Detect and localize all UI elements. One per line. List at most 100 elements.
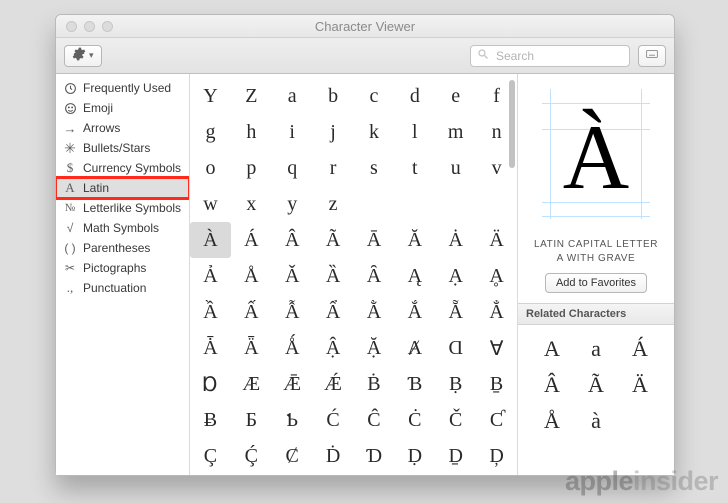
sidebar-item-emoji[interactable]: Emoji xyxy=(56,98,189,118)
character-cell[interactable]: Ⱥ xyxy=(394,330,435,366)
compact-mode-button[interactable] xyxy=(638,45,666,67)
minimize-window-button[interactable] xyxy=(84,21,95,32)
character-cell[interactable]: Ḋ xyxy=(313,438,354,474)
character-cell[interactable]: Ȁ xyxy=(313,258,354,294)
character-cell[interactable]: t xyxy=(394,150,435,186)
character-cell[interactable]: q xyxy=(272,150,313,186)
character-cell[interactable]: Ḑ xyxy=(476,438,517,474)
character-cell[interactable]: Z xyxy=(231,78,272,114)
related-character-cell[interactable]: Á xyxy=(618,331,662,367)
zoom-window-button[interactable] xyxy=(102,21,113,32)
character-cell[interactable]: g xyxy=(190,114,231,150)
character-cell[interactable]: Ƈ xyxy=(476,402,517,438)
character-cell[interactable]: Ɗ xyxy=(354,438,395,474)
character-cell[interactable]: Ḍ xyxy=(394,438,435,474)
character-cell[interactable]: Y xyxy=(190,78,231,114)
character-cell[interactable]: Ɓ xyxy=(394,366,435,402)
character-cell[interactable]: Ḃ xyxy=(354,366,395,402)
close-window-button[interactable] xyxy=(66,21,77,32)
character-cell[interactable]: z xyxy=(313,186,354,222)
related-character-cell[interactable]: a xyxy=(574,331,618,367)
character-cell[interactable]: Ĉ xyxy=(354,402,395,438)
search-field[interactable] xyxy=(470,45,630,67)
sidebar-item-latin[interactable]: ALatin xyxy=(56,178,189,198)
related-character-cell[interactable]: Ä xyxy=(618,367,662,403)
character-cell[interactable]: Ç xyxy=(190,438,231,474)
character-cell[interactable]: e xyxy=(435,78,476,114)
character-cell[interactable]: Ḏ xyxy=(435,438,476,474)
character-cell[interactable]: Á xyxy=(231,222,272,258)
character-cell[interactable]: Ḅ xyxy=(435,366,476,402)
related-character-cell[interactable]: Ã xyxy=(574,367,618,403)
character-cell[interactable]: Ậ xyxy=(313,330,354,366)
add-to-favorites-button[interactable]: Add to Favorites xyxy=(545,273,647,293)
action-menu-button[interactable]: ▾ xyxy=(64,45,102,67)
character-cell[interactable]: Ä xyxy=(476,222,517,258)
character-cell[interactable]: Č xyxy=(435,402,476,438)
character-cell[interactable]: k xyxy=(354,114,395,150)
character-cell[interactable]: Ȼ xyxy=(272,438,313,474)
related-character-cell[interactable]: A xyxy=(530,331,574,367)
character-cell[interactable]: Ȧ xyxy=(435,222,476,258)
character-cell[interactable]: Ǎ xyxy=(272,258,313,294)
sidebar-item-parentheses[interactable]: ( )Parentheses xyxy=(56,238,189,258)
character-cell[interactable]: Å xyxy=(231,258,272,294)
character-cell[interactable]: Ầ xyxy=(190,294,231,330)
character-cell[interactable]: Ā xyxy=(354,222,395,258)
character-cell[interactable]: Ƃ xyxy=(231,402,272,438)
character-cell[interactable]: p xyxy=(231,150,272,186)
related-character-cell[interactable]: à xyxy=(574,403,618,439)
character-cell[interactable]: Ǽ xyxy=(313,366,354,402)
character-cell[interactable]: u xyxy=(435,150,476,186)
character-cell[interactable]: Ɐ xyxy=(476,330,517,366)
character-cell[interactable]: Ắ xyxy=(394,294,435,330)
scrollbar-thumb[interactable] xyxy=(509,80,515,168)
search-input[interactable] xyxy=(494,48,623,64)
character-cell[interactable]: Ƅ xyxy=(272,402,313,438)
character-cell[interactable]: Ẩ xyxy=(313,294,354,330)
character-cell[interactable]: Â xyxy=(272,222,313,258)
character-cell[interactable]: Ḁ xyxy=(476,258,517,294)
character-cell[interactable]: Ặ xyxy=(354,330,395,366)
character-cell[interactable]: a xyxy=(272,78,313,114)
character-cell[interactable]: h xyxy=(231,114,272,150)
sidebar-item-pictographs[interactable]: ✂︎Pictographs xyxy=(56,258,189,278)
character-cell[interactable]: Ȃ xyxy=(354,258,395,294)
character-cell[interactable]: i xyxy=(272,114,313,150)
character-cell[interactable]: Ƀ xyxy=(190,402,231,438)
sidebar-item-letterlike-symbols[interactable]: №Letterlike Symbols xyxy=(56,198,189,218)
sidebar-item-math-symbols[interactable]: √Math Symbols xyxy=(56,218,189,238)
character-cell[interactable]: o xyxy=(190,150,231,186)
sidebar-item-frequently-used[interactable]: Frequently Used xyxy=(56,78,189,98)
character-cell[interactable]: Ẳ xyxy=(476,294,517,330)
character-cell[interactable]: Ả xyxy=(190,258,231,294)
character-cell[interactable]: Ċ xyxy=(394,402,435,438)
character-cell[interactable]: Ǣ xyxy=(272,366,313,402)
character-cell[interactable]: w xyxy=(190,186,231,222)
character-cell[interactable]: Ă xyxy=(394,222,435,258)
related-character-cell[interactable]: Â xyxy=(530,367,574,403)
character-cell[interactable]: y xyxy=(272,186,313,222)
character-cell[interactable]: d xyxy=(394,78,435,114)
character-cell[interactable]: Ɒ xyxy=(190,366,231,402)
character-cell[interactable]: Ǟ xyxy=(231,330,272,366)
character-cell[interactable]: r xyxy=(313,150,354,186)
character-cell[interactable]: Æ xyxy=(231,366,272,402)
character-cell[interactable]: j xyxy=(313,114,354,150)
character-cell[interactable]: x xyxy=(231,186,272,222)
character-cell[interactable]: l xyxy=(394,114,435,150)
character-cell[interactable]: Ḇ xyxy=(476,366,517,402)
character-cell[interactable]: À xyxy=(190,222,231,258)
sidebar-item-punctuation[interactable]: .,Punctuation xyxy=(56,278,189,298)
character-cell[interactable]: Ằ xyxy=(354,294,395,330)
character-cell[interactable]: Ấ xyxy=(231,294,272,330)
sidebar-item-arrows[interactable]: →Arrows xyxy=(56,118,189,138)
character-cell[interactable]: Ǡ xyxy=(190,330,231,366)
character-cell[interactable]: c xyxy=(354,78,395,114)
character-cell[interactable]: Ą xyxy=(394,258,435,294)
character-cell[interactable]: Ɑ xyxy=(435,330,476,366)
character-cell[interactable]: Ã xyxy=(313,222,354,258)
sidebar-item-bullets-stars[interactable]: ✳︎Bullets/Stars xyxy=(56,138,189,158)
character-cell[interactable]: Ǻ xyxy=(272,330,313,366)
character-cell[interactable]: Ẵ xyxy=(435,294,476,330)
